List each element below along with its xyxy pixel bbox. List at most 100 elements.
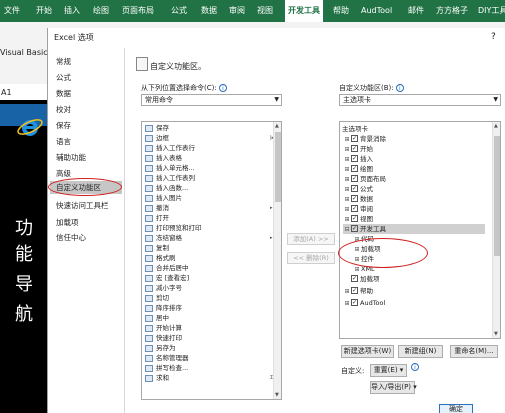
command-item[interactable]: 冻结窗格 ▸ — [145, 234, 273, 243]
category-language[interactable]: 语言 — [56, 136, 71, 147]
command-icon — [145, 254, 153, 262]
choose-from-label: 从下列位置选择命令(C): i — [141, 83, 227, 93]
command-item[interactable]: 插入工作表行 — [145, 144, 195, 153]
tree-node[interactable]: ⊞ ✓ 视图 — [343, 214, 485, 224]
command-item[interactable]: 插入工作表列 — [145, 174, 195, 183]
tab-help[interactable]: 帮助 — [333, 0, 349, 22]
tree-node[interactable]: ⊞ ✓ 数据 — [343, 194, 485, 204]
reset-dropdown-button[interactable]: 重置(E) ▾ — [370, 364, 407, 377]
category-quick-access-toolbar[interactable]: 快速访问工具栏 — [56, 200, 109, 211]
tree-node[interactable]: ⊞ ✓ 帮助 — [343, 286, 485, 296]
chevron-down-icon: ▼ — [274, 96, 279, 103]
tab-file[interactable]: 文件 — [4, 0, 20, 22]
tree-node-developer[interactable]: ⊟ ✓ 开发工具 — [343, 224, 485, 234]
tree-node[interactable]: ⊞ ✓ 开始 — [343, 144, 485, 154]
command-item[interactable]: 求和 Σ — [145, 374, 273, 383]
command-item[interactable]: 降序排序 — [145, 304, 182, 313]
command-item[interactable]: 插入表格 — [145, 154, 182, 163]
checkbox-checked-icon: ✓ — [351, 134, 358, 142]
tree-node[interactable]: ⊞ ✓ 页面布局 — [343, 174, 485, 184]
scroll-thumb[interactable] — [494, 136, 500, 256]
tab-page-layout[interactable]: 页面布局 — [122, 0, 154, 22]
choose-from-dropdown[interactable]: 常用命令 ▼ — [141, 94, 282, 106]
command-icon — [145, 334, 153, 342]
tree-node[interactable]: ⊞ ✓ 绘图 — [343, 164, 485, 174]
tree-node[interactable]: ⊞ ✓ 公式 — [343, 184, 485, 194]
ribbon-tabs-tree[interactable]: 主选项卡 ⊞ ✓ 背景消除 ⊞ ✓ 开始 ⊞ ✓ 插入 ⊞ ✓ 绘图 ⊞ ✓ 页面布局 ⊞ ✓ 公式 ⊞… — [339, 121, 501, 339]
command-icon — [145, 324, 153, 332]
tab-review[interactable]: 审阅 — [229, 0, 245, 22]
tab-home[interactable]: 开始 — [36, 0, 52, 22]
tab-draw[interactable]: 绘图 — [93, 0, 109, 22]
sheet-vertical-char-2: 能 — [15, 244, 33, 265]
category-advanced[interactable]: 高级 — [56, 168, 71, 179]
command-item[interactable]: 边框|▸ — [145, 134, 274, 143]
command-item[interactable]: 打印预览和打印 — [145, 224, 202, 233]
name-box[interactable]: A1 — [0, 86, 26, 99]
visual-basic-button[interactable]: Visual Basic — [0, 48, 48, 57]
category-proofing[interactable]: 校对 — [56, 104, 71, 115]
tab-developer[interactable]: 开发工具 — [285, 0, 323, 22]
command-item[interactable]: 合并后居中 — [145, 264, 189, 273]
new-tab-button[interactable]: 新建选项卡(W) — [341, 345, 394, 358]
scroll-up-icon: ▲ — [494, 123, 498, 129]
command-item[interactable]: 拼写检查... — [145, 364, 188, 373]
tab-diy-tools[interactable]: DIY工具 — [478, 0, 505, 22]
tab-fangfang[interactable]: 方方格子 — [436, 0, 468, 22]
remove-button[interactable]: << 删除(R) — [287, 252, 335, 264]
tree-node[interactable]: ⊞ ✓ 插入 — [343, 154, 485, 164]
customizations-label: 自定义: — [341, 367, 365, 375]
ok-button[interactable]: 确定 — [439, 404, 473, 413]
tree-node[interactable]: ⊞ ✓ 审阅 — [343, 204, 485, 214]
command-item[interactable]: 居中 — [145, 314, 169, 323]
category-general[interactable]: 常规 — [56, 56, 71, 67]
category-data[interactable]: 数据 — [56, 88, 71, 99]
rename-button[interactable]: 重命名(M)... — [450, 345, 498, 358]
tab-insert[interactable]: 插入 — [64, 0, 80, 22]
command-item[interactable]: 保存 — [145, 124, 169, 133]
command-item[interactable]: 剪切 — [145, 294, 169, 303]
tree-node[interactable]: ✓ 加载项 — [343, 274, 485, 284]
commands-scrollbar[interactable]: ▲ ▼ — [273, 122, 281, 399]
import-export-button[interactable]: 导入/导出(P) ▾ — [370, 381, 417, 394]
command-item[interactable]: 插入图片 — [145, 194, 182, 203]
command-icon — [145, 304, 153, 312]
tree-node[interactable]: ⊞ ✓ 背景消除 — [343, 134, 485, 144]
tab-audtool[interactable]: AudTool — [361, 0, 392, 22]
customize-ribbon-dropdown[interactable]: 主选项卡 ▼ — [339, 94, 501, 106]
scroll-thumb[interactable] — [275, 132, 281, 202]
command-item[interactable]: 另存为 — [145, 344, 176, 353]
command-item[interactable]: 格式刷 — [145, 254, 176, 263]
command-item[interactable]: 开始计算 — [145, 324, 182, 333]
command-item[interactable]: 宏 [查看宏] — [145, 274, 189, 283]
command-item[interactable]: 插入函数... — [145, 184, 188, 193]
command-item[interactable]: 快速打印 — [145, 334, 182, 343]
command-item[interactable]: 撤消 ▸ — [145, 204, 273, 213]
add-button[interactable]: 添加(A) >> — [287, 233, 335, 245]
tab-view[interactable]: 视图 — [257, 0, 273, 22]
command-item[interactable]: 减小字号 — [145, 284, 182, 293]
tree-node[interactable]: ⊞ ✓ AudTool — [343, 298, 485, 308]
category-add-ins[interactable]: 加载项 — [56, 217, 79, 228]
commands-list[interactable]: 保存 边框|▸ 插入工作表行 插入表格 插入单元格... 插入工作表列 插入函数… — [141, 121, 282, 400]
checkbox-checked-icon: ✓ — [351, 144, 358, 152]
scroll-down-icon: ▼ — [494, 331, 498, 337]
category-save[interactable]: 保存 — [56, 120, 71, 131]
category-trust-center[interactable]: 信任中心 — [56, 232, 86, 243]
tab-data[interactable]: 数据 — [201, 0, 217, 22]
command-item[interactable]: 插入单元格... — [145, 164, 195, 173]
command-icon — [145, 284, 153, 292]
category-accessibility[interactable]: 辅助功能 — [56, 152, 86, 163]
tab-formulas[interactable]: 公式 — [171, 0, 187, 22]
scroll-up-icon: ▲ — [275, 123, 279, 129]
command-item[interactable]: 打开 — [145, 214, 169, 223]
command-item[interactable]: 复制 — [145, 244, 169, 253]
help-button[interactable]: ? — [491, 32, 496, 42]
new-group-button[interactable]: 新建组(N) — [398, 345, 443, 358]
command-item[interactable]: 名称管理器 — [145, 354, 189, 363]
tab-mail[interactable]: 邮件 — [408, 0, 424, 22]
category-formulas[interactable]: 公式 — [56, 72, 71, 83]
command-icon — [145, 244, 153, 252]
internet-explorer-icon — [17, 119, 43, 136]
tree-scrollbar[interactable]: ▲ ▼ — [492, 122, 500, 338]
